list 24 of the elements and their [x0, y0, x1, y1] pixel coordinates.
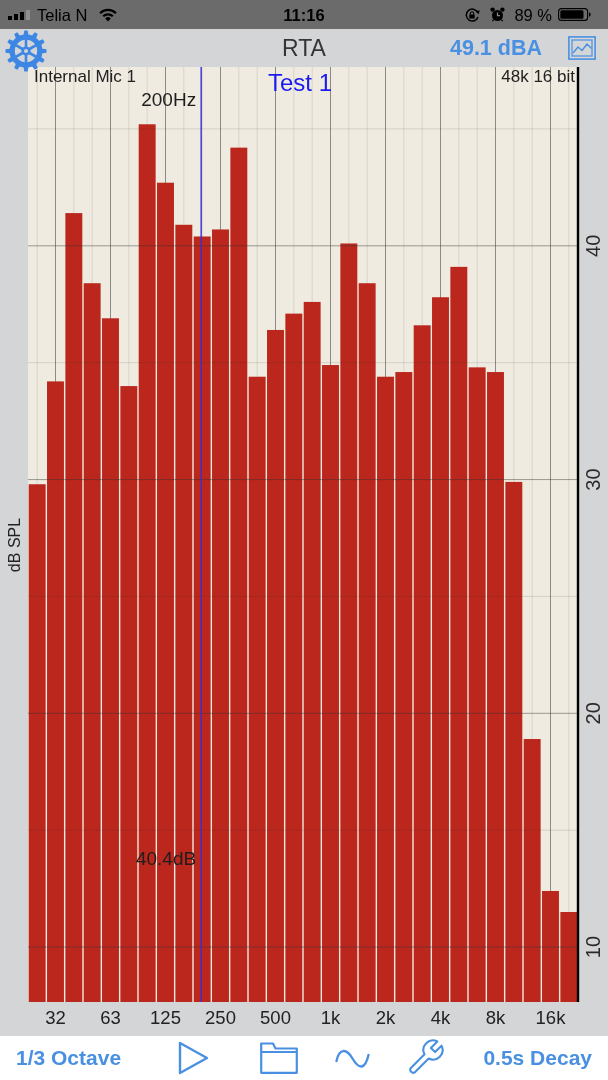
battery-percentage: 89 %	[514, 4, 552, 25]
sound-level-reading: 49.1 dBA	[450, 35, 542, 61]
y-tick-label: 30	[582, 468, 604, 491]
y-axis-label: dB SPL	[5, 517, 23, 573]
x-tick-label: 8k	[485, 1007, 506, 1028]
status-time: 11:16	[283, 4, 325, 25]
carrier-name: Telia N	[37, 4, 88, 25]
screen-title: RTA	[282, 34, 326, 62]
cursor-readout: 200Hz	[141, 89, 197, 110]
x-tick-label: 125	[150, 1007, 181, 1028]
input-label: Internal Mic 1	[34, 67, 137, 86]
y-tick-label: 20	[582, 702, 604, 725]
x-tick-label: 4k	[430, 1007, 451, 1028]
x-tick-label: 250	[205, 1007, 236, 1028]
trace-name: Test 1	[268, 69, 332, 96]
x-tick-label: 32	[45, 1007, 66, 1028]
x-tick-label: 16k	[535, 1007, 566, 1028]
format-label: 48k 16 bit	[501, 67, 575, 86]
x-tick-label: 1k	[320, 1007, 341, 1028]
x-tick-label: 500	[260, 1007, 291, 1028]
x-tick-label: 2k	[375, 1007, 396, 1028]
y-tick-label: 10	[582, 935, 604, 959]
y-tick-label: 40	[582, 234, 604, 257]
x-tick-label: 63	[100, 1007, 121, 1028]
